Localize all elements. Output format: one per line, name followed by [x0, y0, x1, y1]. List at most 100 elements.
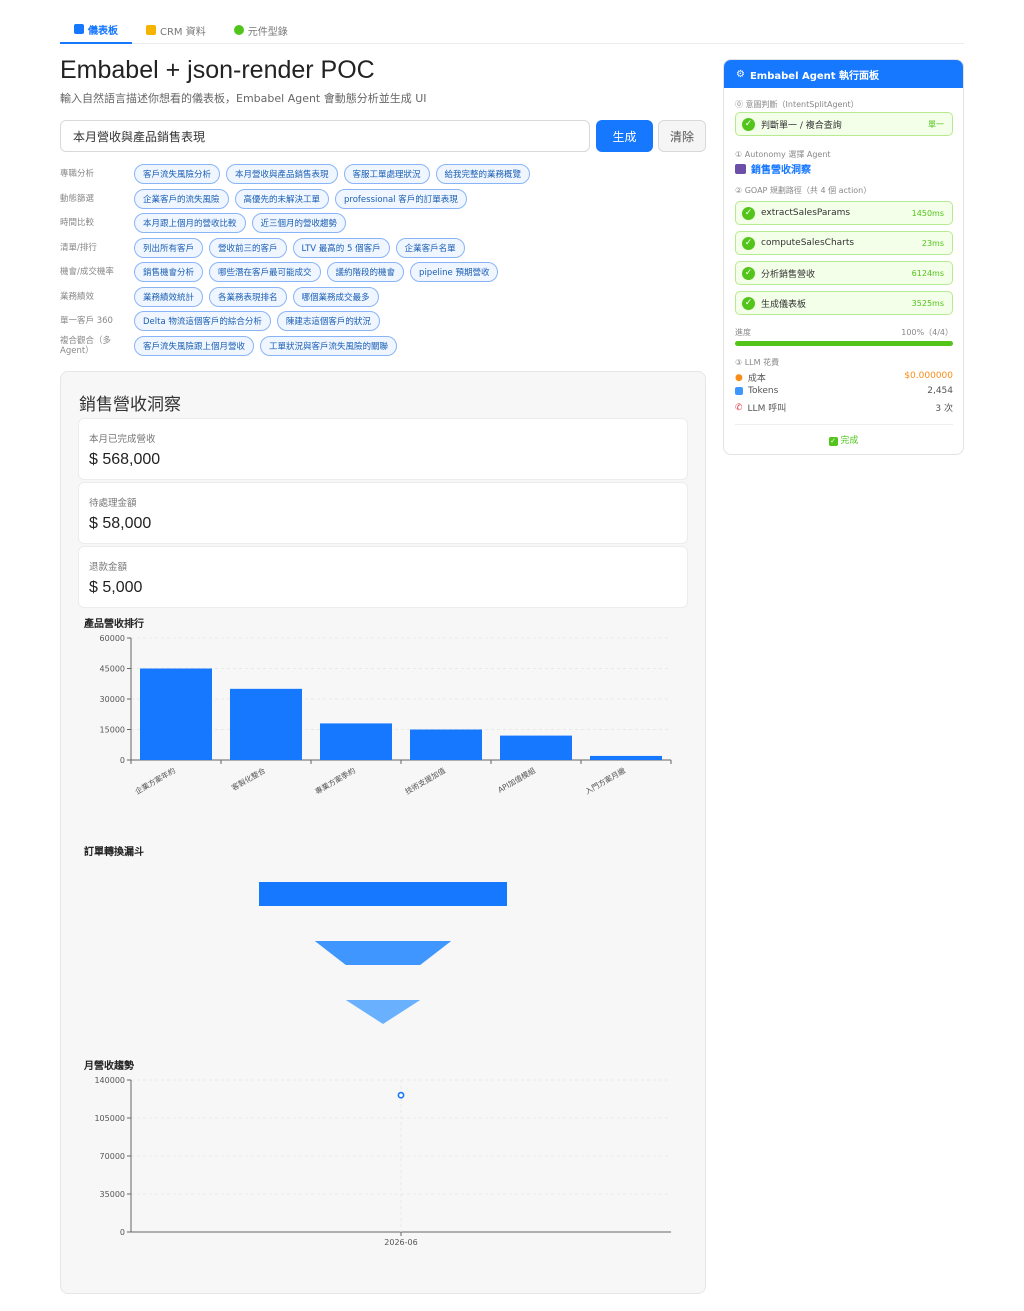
- suggestion-chip[interactable]: 工單狀況與客戶流失風險的關聯: [260, 335, 398, 356]
- x-tick-label: API加值模組: [496, 765, 538, 795]
- data-point: [397, 1091, 405, 1099]
- suggestion-category: 單一客戶 360: [60, 316, 113, 327]
- x-tick-label: 企業方案年約: [133, 765, 177, 796]
- check-icon: ✓: [742, 266, 755, 280]
- suggestion-chips: 本月跟上個月的營收比較 近三個月的營收趨勢: [134, 213, 347, 234]
- monthly-revenue-trend-chart: 0 35000 70000 105000 140000 2026-06: [94, 1076, 671, 1247]
- metric-card-refund-amount: 退款金額 $ 5,000: [78, 546, 688, 608]
- cost-key: Tokens: [748, 386, 779, 396]
- suggestion-chip[interactable]: 業務績效統計: [134, 286, 204, 307]
- suggestion-row: 業務績效 業務績效統計 各業務表現排名 哪個業務成交最多: [60, 285, 720, 310]
- x-tick-label: 專業方案季約: [313, 765, 357, 796]
- suggestion-chip[interactable]: 企業客戶的流失風險: [134, 188, 229, 209]
- y-tick-label: 30000: [100, 695, 125, 704]
- tab-dashboard[interactable]: 儀表板: [60, 16, 132, 44]
- suggestion-chips: 企業客戶的流失風險 高優先的未解決工單 professional 客戶的訂單表現: [134, 188, 467, 209]
- suggestion-chip[interactable]: 哪個業務成交最多: [292, 286, 379, 307]
- suggestion-chip[interactable]: 銷售機會分析: [134, 262, 204, 283]
- bar: [140, 668, 212, 760]
- goap-step: ✓ 生成儀表板 3525ms: [735, 291, 953, 315]
- suggestion-chip[interactable]: 客服工單處理狀況: [343, 164, 430, 185]
- cost-key: LLM 呼叫: [747, 404, 787, 414]
- suggestion-chip[interactable]: 列出所有客戶: [134, 237, 204, 258]
- suggestion-chip[interactable]: 高優先的未解決工單: [234, 188, 330, 209]
- order-funnel-chart: [259, 882, 507, 1024]
- metric-value: $ 568,000: [89, 451, 161, 468]
- step-name: 判斷單一 / 複合查詢: [761, 120, 842, 131]
- progress-label: 進度: [735, 328, 751, 337]
- suggestion-chip[interactable]: 客戶流失風險分析: [134, 164, 221, 185]
- funnel-stage: [314, 941, 452, 965]
- cost-key: 成本: [747, 374, 766, 384]
- suggestion-chip[interactable]: 企業客戶名單: [395, 237, 465, 258]
- insight-card: 銷售營收洞察 本月已完成營收 $ 568,000 待處理金額 $ 58,000 …: [60, 371, 706, 1294]
- selected-agent: 銷售營收洞察: [735, 161, 811, 176]
- y-tick-label: 70000: [100, 1152, 125, 1161]
- metric-label: 本月已完成營收: [89, 434, 156, 445]
- bar: [500, 735, 572, 760]
- done-status: ✓ 完成: [724, 433, 963, 446]
- suggestion-chip[interactable]: 本月營收與產品銷售表現: [226, 164, 338, 185]
- goap-step: ✓ computeSalesCharts 23ms: [735, 231, 953, 255]
- suggestion-chips: 客戶流失風險跟上個月營收 工單狀況與客戶流失風險的關聯: [134, 335, 398, 356]
- suggestion-chips: 列出所有客戶 營收前三的客戶 LTV 最高的 5 個客戶 企業客戶名單: [134, 237, 465, 258]
- suggestion-category: 專職分析: [60, 169, 95, 180]
- suggestion-chip[interactable]: 各業務表現排名: [209, 286, 287, 307]
- suggestion-chip[interactable]: 哪些潛在客戶最可能成交: [209, 262, 321, 283]
- progress-row: 進度 100%（4/4）: [735, 327, 953, 338]
- bar: [590, 755, 662, 760]
- funnel-stage: [345, 1000, 421, 1024]
- cost-value: $0.000000: [904, 371, 953, 381]
- goap-step: ✓ extractSalesParams 1450ms: [735, 201, 953, 225]
- y-tick-label: 0: [120, 756, 125, 765]
- metric-label: 待處理金額: [89, 498, 137, 509]
- autonomy-section-label: ① Autonomy 選擇 Agent: [735, 150, 831, 159]
- robot-icon: [735, 163, 746, 174]
- tab-label: 元件型錄: [247, 26, 288, 38]
- puzzle-icon: [233, 25, 244, 35]
- suggestion-chip[interactable]: pipeline 預期營收: [410, 262, 499, 283]
- metric-value: $ 5,000: [89, 579, 143, 596]
- check-icon: ✓: [742, 206, 755, 220]
- generate-button[interactable]: 生成: [596, 120, 653, 152]
- x-tick-label: 入門方案月繳: [583, 765, 627, 796]
- suggestion-row: 動態篩選 企業客戶的流失風險 高優先的未解決工單 professional 客戶的訂單…: [60, 187, 720, 212]
- y-tick-label: 15000: [100, 726, 125, 735]
- y-tick-label: 45000: [100, 665, 125, 674]
- tokens-row: Tokens 2,454: [735, 386, 953, 396]
- suggestion-chip[interactable]: 給我完整的業務概覽: [435, 164, 531, 185]
- divider: [735, 424, 953, 425]
- x-tick-label: 2026-06: [384, 1238, 417, 1247]
- suggestion-chips: 銷售機會分析 哪些潛在客戶最可能成交 議約階段的機會 pipeline 預期營收: [134, 262, 499, 283]
- tab-component-catalog[interactable]: 元件型錄: [220, 16, 302, 44]
- check-box-icon: ✓: [828, 437, 838, 446]
- step-name: computeSalesCharts: [761, 238, 855, 248]
- clear-button[interactable]: 清除: [658, 120, 706, 152]
- query-input[interactable]: [60, 120, 590, 152]
- y-tick-label: 105000: [94, 1114, 125, 1123]
- top-nav: 儀表板 CRM 資料 元件型錄: [60, 16, 964, 44]
- suggestion-chip[interactable]: professional 客戶的訂單表現: [335, 188, 467, 209]
- suggestion-chip[interactable]: 營收前三的客戶: [209, 237, 287, 258]
- suggestion-chip[interactable]: Delta 物流這個客戶的綜合分析: [134, 311, 271, 332]
- y-tick-label: 35000: [100, 1190, 125, 1199]
- insight-title: 銷售營收洞察: [79, 395, 181, 415]
- bar: [410, 729, 482, 760]
- llm-section-label: ③ LLM 花費: [735, 358, 780, 367]
- cost-value: 2,454: [927, 386, 953, 396]
- y-tick-label: 60000: [100, 634, 125, 643]
- suggestion-category: 複合觀合（多 Agent）: [60, 335, 112, 356]
- suggestion-row: 清單/排行 列出所有客戶 營收前三的客戶 LTV 最高的 5 個客戶 企業客戶名單: [60, 236, 720, 261]
- page-title: Embabel + json-render POC: [60, 56, 375, 84]
- suggestion-chip[interactable]: 陳建志這個客戶的狀況: [276, 311, 380, 332]
- x-tick-label: 客製化整合: [230, 765, 268, 793]
- suggestion-chip[interactable]: 本月跟上個月的營收比較: [134, 213, 246, 234]
- tab-crm-data[interactable]: CRM 資料: [132, 16, 220, 44]
- suggestion-chip[interactable]: 客戶流失風險跟上個月營收: [134, 335, 255, 356]
- suggestion-chip[interactable]: 議約階段的機會: [326, 262, 405, 283]
- suggestion-chip[interactable]: LTV 最高的 5 個客戶: [292, 237, 390, 258]
- suggestion-category: 動態篩選: [60, 193, 95, 204]
- line-chart-title: 月營收趨勢: [84, 1061, 134, 1072]
- suggestion-chip[interactable]: 近三個月的營收趨勢: [251, 213, 347, 234]
- step-name: extractSalesParams: [761, 208, 851, 218]
